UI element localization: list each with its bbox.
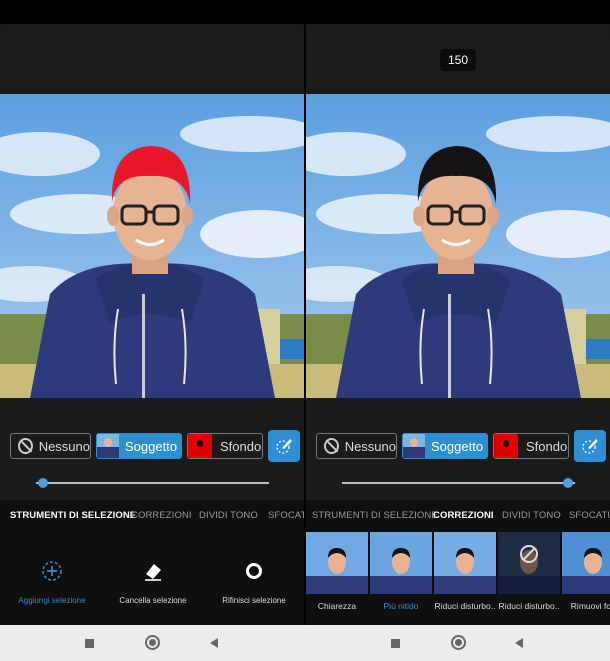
preset-item[interactable]: Più nitido (370, 532, 432, 625)
preset-thumbnail (306, 532, 368, 594)
subject-chip[interactable]: Soggetto (402, 433, 488, 459)
portrait-photo (0, 94, 304, 398)
system-navigation-bar (0, 625, 610, 661)
slider-knob[interactable] (37, 478, 48, 488)
none-chip-label: Nessuno (38, 438, 90, 454)
preset-item[interactable]: Riduci disturbo.. (498, 532, 560, 625)
right-editor-panel: 150 Nessuno Soggetto Sfondo STRUMENTI DI… (306, 0, 610, 625)
preset-label: Rimuovi fos (570, 601, 610, 611)
slider-track (342, 482, 575, 484)
background-thumbnail (494, 434, 518, 458)
none-icon (18, 438, 33, 454)
tab-split-tone[interactable]: DIVIDI TONO (199, 510, 258, 521)
back-triangle-icon[interactable] (210, 638, 218, 648)
preset-thumbnail (370, 532, 432, 594)
slider-knob[interactable] (563, 478, 573, 488)
photo-canvas[interactable] (306, 94, 610, 398)
preset-label: Riduci disturbo.. (434, 601, 496, 611)
background-chip[interactable]: Sfondo (187, 433, 263, 459)
refine-selection-tool[interactable]: Rifinisci selezione (204, 532, 304, 625)
slider-track (36, 482, 269, 484)
erase-selection-label: Cancella selezione (119, 596, 187, 605)
preset-thumbnail (434, 532, 496, 594)
adjust-slider[interactable] (36, 477, 269, 489)
preset-item[interactable]: Riduci disturbo.. (434, 532, 496, 625)
preset-label: Più nitido (383, 601, 419, 611)
eraser-icon (142, 560, 164, 582)
refine-selection-label: Rifinisci selezione (222, 596, 286, 605)
back-triangle-icon[interactable] (515, 638, 523, 648)
none-icon (324, 438, 339, 454)
subject-thumbnail (403, 434, 425, 458)
subject-chip-label: Soggetto (431, 438, 484, 454)
tab-selection-tools[interactable]: STRUMENTI DI SELEZIONE (10, 510, 136, 521)
value-badge: 150 (440, 49, 476, 71)
selection-tools: Aggiungi selezione Cancella selezione Ri… (0, 532, 304, 625)
tab-corrections[interactable]: CORREZIONI (131, 510, 192, 521)
tab-corrections[interactable]: CORREZIONI (433, 510, 494, 521)
brush-selection-button[interactable] (574, 430, 606, 462)
recents-square-icon[interactable] (391, 639, 400, 648)
top-bar: 150 (306, 24, 610, 94)
preset-item[interactable]: Chiarezza (306, 532, 368, 625)
preset-label: Riduci disturbo.. (498, 601, 560, 611)
none-chip[interactable]: Nessuno (10, 433, 91, 459)
tab-blur[interactable]: SFOCATU (569, 510, 610, 521)
background-chip[interactable]: Sfondo (493, 433, 569, 459)
brush-icon (582, 439, 598, 454)
portrait-photo (306, 94, 610, 398)
tab-split-tone[interactable]: DIVIDI TONO (502, 510, 561, 521)
selection-chips: Nessuno Soggetto Sfondo (306, 406, 610, 462)
home-circle-icon[interactable] (451, 635, 466, 650)
preset-thumbnail (562, 532, 610, 594)
tab-selection-tools[interactable]: STRUMENTI DI SELEZIONE (312, 510, 438, 521)
add-selection-icon (41, 560, 63, 582)
subject-thumbnail (97, 434, 119, 458)
left-editor-panel: Nessuno Soggetto Sfondo STRUMENTI DI SEL… (0, 0, 304, 625)
preset-label: Chiarezza (317, 601, 357, 611)
background-thumbnail (188, 434, 212, 458)
add-selection-label: Aggiungi selezione (18, 596, 86, 605)
tool-tabs: STRUMENTI DI SELEZIONE CORREZIONI DIVIDI… (0, 500, 304, 532)
background-chip-label: Sfondo (526, 438, 568, 454)
selection-chips: Nessuno Soggetto Sfondo (0, 406, 304, 462)
correction-presets: Chiarezza Più nitido Riduci disturbo.. R… (306, 532, 610, 625)
none-chip[interactable]: Nessuno (316, 433, 397, 459)
photo-canvas[interactable] (0, 94, 304, 398)
background-chip-label: Sfondo (220, 438, 262, 454)
subject-chip[interactable]: Soggetto (96, 433, 182, 459)
refine-circle-icon (243, 560, 265, 582)
top-bar (0, 24, 304, 94)
tab-blur[interactable]: SFOCATU (268, 510, 304, 521)
recents-square-icon[interactable] (85, 639, 94, 648)
erase-selection-tool[interactable]: Cancella selezione (103, 532, 203, 625)
home-circle-icon[interactable] (145, 635, 160, 650)
adjust-slider[interactable] (342, 477, 575, 489)
brush-selection-button[interactable] (268, 430, 300, 462)
preset-thumbnail (498, 532, 560, 594)
brush-icon (276, 439, 292, 454)
none-chip-label: Nessuno (344, 438, 396, 454)
add-selection-tool[interactable]: Aggiungi selezione (2, 532, 102, 625)
tool-tabs: STRUMENTI DI SELEZIONE CORREZIONI DIVIDI… (306, 500, 610, 532)
subject-chip-label: Soggetto (125, 438, 178, 454)
preset-item[interactable]: Rimuovi fos (562, 532, 610, 625)
